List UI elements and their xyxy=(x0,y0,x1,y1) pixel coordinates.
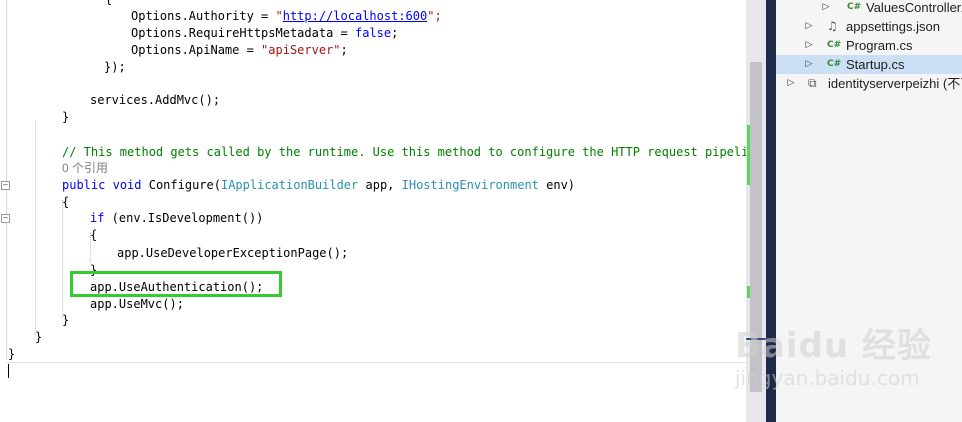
code-line: if (env.IsDevelopment()) xyxy=(90,211,264,225)
reference-count-codelens[interactable]: 0 个引用 xyxy=(62,160,108,177)
tree-item-label: Program.cs xyxy=(846,38,913,53)
indent-guide xyxy=(62,200,63,318)
csharp-file-icon: C# xyxy=(827,40,842,50)
code-editor[interactable]: − − { Options.Authority = "http://localh… xyxy=(0,0,746,422)
watermark-brand: Baidu 经验 xyxy=(735,326,932,366)
text-caret xyxy=(8,364,9,378)
code-line: services.AddMvc(); xyxy=(90,93,221,107)
watermark-url: jingyan.baidu.com xyxy=(735,366,920,390)
tree-item-appsettings[interactable]: ▷ ♫ appsettings.json xyxy=(776,17,962,36)
baidu-jingyan-watermark: Baidu 经验 jingyan.baidu.com xyxy=(735,318,955,408)
code-line: Options.Authority = "http://localhost:60… xyxy=(131,9,442,23)
code-line: } xyxy=(62,313,70,327)
tree-item-label: Startup.cs xyxy=(846,57,905,72)
csharp-file-icon: C# xyxy=(847,2,862,12)
expand-arrow-icon[interactable]: ▷ xyxy=(786,74,796,93)
tree-item-startup[interactable]: ▷ C# Startup.cs xyxy=(776,55,962,74)
code-line: Options.RequireHttpsMetadata = false; xyxy=(131,26,399,40)
outline-line xyxy=(6,0,7,360)
code-comment: // This method gets called by the runtim… xyxy=(62,145,746,159)
json-file-icon: ♫ xyxy=(827,19,838,33)
collapse-toggle[interactable]: − xyxy=(1,181,10,190)
expand-arrow-icon[interactable]: ▷ xyxy=(804,17,814,36)
project-icon: ⧉ xyxy=(808,76,817,90)
expand-arrow-icon[interactable]: ▷ xyxy=(804,36,814,55)
tree-item-program[interactable]: ▷ C# Program.cs xyxy=(776,36,962,55)
url-link[interactable]: http://localhost:600 xyxy=(283,9,428,23)
code-line: { xyxy=(105,0,112,8)
current-line-indicator xyxy=(6,362,746,363)
code-line: } xyxy=(35,330,43,344)
code-line: { xyxy=(62,195,70,209)
highlight-annotation-box xyxy=(70,271,282,297)
tree-item-valuescontroller[interactable]: ▷ C# ValuesController. xyxy=(776,0,962,17)
code-line: app.UseDeveloperExceptionPage(); xyxy=(117,246,349,260)
change-marker xyxy=(747,125,750,185)
tree-item-label: appsettings.json xyxy=(846,19,940,34)
code-line: { xyxy=(90,228,98,242)
code-line: app.UseMvc(); xyxy=(90,297,184,311)
tree-item-label: identityserverpeizhi (不可 xyxy=(828,76,962,91)
tree-item-identityserverpeizhi[interactable]: ▷ ⧉ identityserverpeizhi (不可 xyxy=(776,74,962,93)
indent-guide xyxy=(35,120,36,335)
change-marker xyxy=(747,286,750,298)
tree-item-label: ValuesController. xyxy=(866,0,962,15)
code-line: } xyxy=(8,347,16,361)
expand-arrow-icon[interactable]: ▷ xyxy=(804,55,814,74)
code-line: public void Configure(IApplicationBuilde… xyxy=(62,178,576,192)
expand-arrow-icon[interactable]: ▷ xyxy=(821,0,831,17)
code-line: Options.ApiName = "apiServer"; xyxy=(131,43,348,57)
csharp-file-icon: C# xyxy=(827,59,842,69)
collapse-toggle[interactable]: − xyxy=(1,214,10,223)
code-line: }); xyxy=(104,60,126,74)
code-line: } xyxy=(62,110,70,124)
